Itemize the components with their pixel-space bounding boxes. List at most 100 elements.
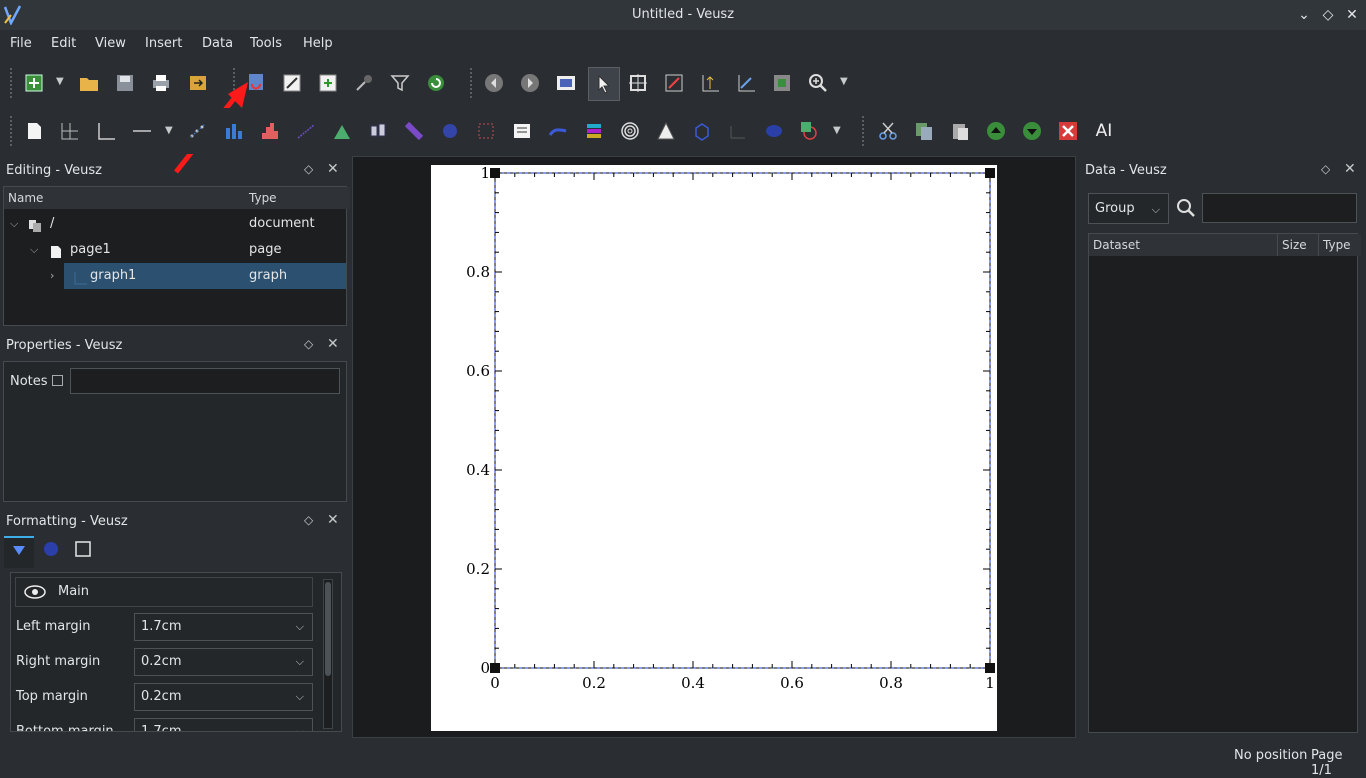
add-polar-icon[interactable] (400, 117, 428, 145)
dataset-header-size[interactable]: Size (1278, 234, 1319, 256)
menu-file[interactable]: File (10, 36, 32, 51)
plot-graph[interactable]: 0 0.2 0.4 0.6 0.8 1 0 0.2 0.4 0.6 0.8 1 (431, 164, 997, 731)
menu-edit[interactable]: Edit (51, 36, 76, 51)
add-ellipse-icon[interactable] (796, 117, 824, 145)
fullscreen-icon[interactable] (552, 69, 580, 97)
add-image-icon[interactable] (616, 117, 644, 145)
zoom-reset-icon[interactable] (768, 69, 796, 97)
next-page-icon[interactable] (516, 69, 544, 97)
axis-dropdown-icon[interactable]: ▼ (165, 125, 173, 136)
capture-data-icon[interactable] (350, 69, 378, 97)
delete-icon[interactable] (1054, 117, 1082, 145)
scrollbar-track[interactable] (323, 579, 333, 729)
add-boxplot-icon[interactable] (364, 117, 392, 145)
zoom-y-icon[interactable] (732, 69, 760, 97)
notes-input[interactable] (70, 368, 340, 394)
group-select[interactable]: Group ⌵ (1088, 193, 1169, 224)
float-panel-icon[interactable]: ◇ (1321, 162, 1330, 176)
paste-icon[interactable] (946, 117, 974, 145)
float-panel-icon[interactable]: ◇ (304, 513, 313, 527)
add-grid-icon[interactable] (56, 117, 84, 145)
shape-dropdown-icon[interactable]: ▼ (833, 125, 841, 136)
add-page-icon[interactable] (20, 117, 48, 145)
select-pointer-icon[interactable] (588, 67, 620, 101)
close-panel-icon[interactable]: ✕ (1344, 161, 1356, 177)
resize-handle[interactable] (490, 168, 500, 178)
zoom-x-icon[interactable] (696, 69, 724, 97)
move-up-icon[interactable] (982, 117, 1010, 145)
add-function-icon[interactable] (328, 117, 356, 145)
create-dataset-icon[interactable] (314, 69, 342, 97)
cut-icon[interactable] (874, 117, 902, 145)
expand-icon[interactable]: › (50, 263, 54, 289)
tree-header-name[interactable]: Name (4, 187, 249, 209)
add-key-icon[interactable] (508, 117, 536, 145)
maximize-button[interactable]: ◇ (1318, 5, 1338, 25)
dataset-header-type[interactable]: Type (1319, 234, 1361, 256)
notes-checkbox[interactable] (52, 375, 63, 386)
float-panel-icon[interactable]: ◇ (304, 162, 313, 176)
previous-page-icon[interactable] (480, 69, 508, 97)
resize-handle[interactable] (985, 168, 995, 178)
minimize-button[interactable]: ⌄ (1294, 5, 1314, 25)
top-margin-combo[interactable]: 0.2cm ⌵ (134, 683, 313, 711)
menu-view[interactable]: View (95, 36, 126, 51)
add-histogram-icon[interactable] (256, 117, 284, 145)
add-graph-icon[interactable] (92, 117, 120, 145)
close-panel-icon[interactable]: ✕ (327, 336, 339, 352)
tab-border-format[interactable] (68, 536, 98, 566)
main-section-header[interactable]: Main (15, 577, 313, 607)
collapse-icon[interactable]: ⌵ (10, 211, 18, 237)
copy-icon[interactable] (910, 117, 938, 145)
zoom-dropdown-icon[interactable]: ▼ (840, 76, 848, 87)
new-dropdown-icon[interactable]: ▼ (56, 76, 64, 87)
add-ternary-icon[interactable] (436, 117, 464, 145)
filter-data-icon[interactable] (386, 69, 414, 97)
tab-main-format[interactable] (4, 536, 34, 568)
tree-row-document[interactable]: ⌵ / document (4, 211, 346, 237)
open-folder-icon[interactable] (75, 69, 103, 97)
dataset-search-input[interactable] (1202, 193, 1357, 223)
dataset-header-name[interactable]: Dataset (1089, 234, 1278, 256)
right-margin-combo[interactable]: 0.2cm ⌵ (134, 648, 313, 676)
pick-point-icon[interactable] (624, 69, 652, 97)
menu-insert[interactable]: Insert (145, 36, 182, 51)
close-panel-icon[interactable]: ✕ (327, 512, 339, 528)
scrollbar-thumb[interactable] (325, 582, 331, 676)
left-margin-combo[interactable]: 1.7cm ⌵ (134, 613, 313, 641)
resize-handle[interactable] (490, 663, 500, 673)
float-panel-icon[interactable]: ◇ (304, 337, 313, 351)
menu-data[interactable]: Data (202, 36, 233, 51)
add-vector-field-icon[interactable] (472, 117, 500, 145)
add-bar-icon[interactable] (220, 117, 248, 145)
add-fit-icon[interactable] (292, 117, 320, 145)
tree-header-type[interactable]: Type (245, 187, 350, 209)
tree-row-graph[interactable]: › graph1 graph (4, 263, 346, 289)
add-axis-icon[interactable] (128, 117, 156, 145)
save-icon[interactable] (111, 69, 139, 97)
menu-help[interactable]: Help (303, 36, 333, 51)
rename-icon[interactable]: AI (1090, 117, 1118, 145)
add-shape-icon[interactable] (652, 117, 680, 145)
resize-handle[interactable] (985, 663, 995, 673)
add-colorbar-icon[interactable] (580, 117, 608, 145)
collapse-icon[interactable]: ⌵ (30, 237, 38, 263)
plot-page[interactable]: 0 0.2 0.4 0.6 0.8 1 0 0.2 0.4 0.6 0.8 1 (431, 164, 997, 731)
zoom-graph-icon[interactable] (660, 69, 688, 97)
new-document-icon[interactable] (20, 69, 48, 97)
add-3d-graph-icon[interactable] (724, 117, 752, 145)
close-panel-icon[interactable]: ✕ (327, 161, 339, 177)
add-3d-scene-icon[interactable] (688, 117, 716, 145)
menu-tools[interactable]: Tools (250, 36, 282, 51)
reload-data-icon[interactable] (422, 69, 450, 97)
add-xy-icon[interactable] (184, 117, 212, 145)
tree-row-page[interactable]: ⌵ page1 page (4, 237, 346, 263)
zoom-menu-icon[interactable] (804, 69, 832, 97)
close-window-button[interactable]: ✕ (1342, 5, 1362, 25)
edit-data-icon[interactable] (278, 69, 306, 97)
add-3d-surface-icon[interactable] (760, 117, 788, 145)
add-contour-icon[interactable] (544, 117, 572, 145)
tab-background-format[interactable] (36, 536, 66, 566)
bottom-margin-combo[interactable]: 1.7cm ⌵ (134, 718, 313, 731)
move-down-icon[interactable] (1018, 117, 1046, 145)
